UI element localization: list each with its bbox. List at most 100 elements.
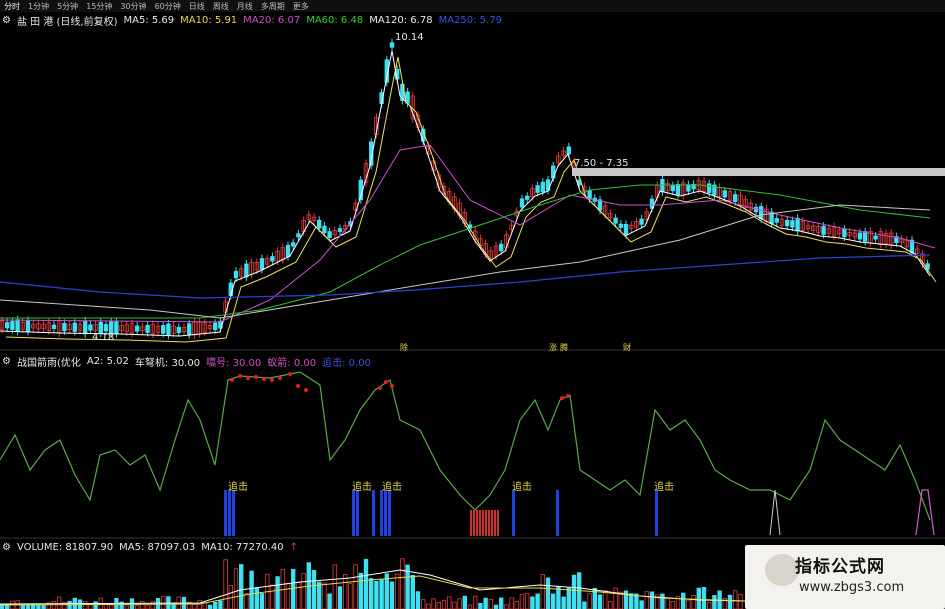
- volume-bar: [301, 573, 306, 609]
- kline-chart-canvas[interactable]: 10.14 4.18 7.50 - 7.35 除 涨 腾 财 追击 追击 追击 …: [0, 0, 945, 609]
- high-price-label: 10.14: [395, 32, 424, 43]
- signal-dot: [278, 376, 282, 380]
- candle: [525, 195, 530, 200]
- volume-bar: [342, 574, 348, 609]
- candle: [322, 225, 327, 234]
- volume-bar: [712, 595, 717, 609]
- signal-dot: [296, 384, 300, 388]
- event-mark: 除: [400, 342, 408, 352]
- signal-dot: [246, 376, 250, 380]
- volume-bar: [727, 594, 733, 609]
- volume-bar: [535, 593, 540, 609]
- volume-bar: [285, 582, 291, 609]
- volume-bar: [25, 604, 31, 609]
- volume-bar: [290, 568, 296, 609]
- volume-bar: [389, 581, 395, 609]
- candle: [759, 206, 764, 220]
- volume-bar: [613, 587, 618, 609]
- volume-bar: [707, 602, 712, 609]
- volume-bar: [20, 604, 25, 609]
- candle: [623, 223, 629, 236]
- signal-label: 追击: [512, 480, 532, 493]
- signal-bar-red: [470, 510, 472, 536]
- volume-bar: [332, 564, 337, 609]
- signal-bar: [352, 490, 355, 536]
- candle: [790, 220, 795, 228]
- signal-dot: [288, 372, 292, 376]
- candle: [114, 321, 119, 335]
- volume-bar: [254, 587, 259, 609]
- candle: [774, 218, 779, 223]
- volume-bar: [608, 601, 613, 609]
- signal-bar-red: [491, 510, 493, 536]
- candle: [83, 320, 88, 335]
- volume-bar: [420, 599, 426, 609]
- candle: [873, 235, 878, 240]
- volume-bar: [603, 590, 608, 609]
- signal-bar-red: [488, 510, 490, 536]
- volume-bar: [337, 586, 343, 609]
- volume-bar: [275, 576, 280, 609]
- signal-label: 追击: [654, 480, 674, 493]
- signal-bar-red: [485, 510, 487, 536]
- volume-bar: [358, 572, 363, 609]
- volume-bar: [504, 604, 509, 609]
- candle: [10, 320, 15, 330]
- signal-bar: [224, 490, 227, 536]
- event-mark: 涨: [549, 342, 557, 352]
- volume-bar: [493, 604, 499, 609]
- volume-bar: [462, 595, 467, 609]
- candle: [134, 325, 140, 332]
- volume-bar: [525, 593, 530, 609]
- volume-bar: [644, 591, 649, 609]
- volume-bar: [670, 601, 675, 609]
- candle: [166, 323, 171, 336]
- volume-bar: [233, 568, 239, 609]
- volume-bar: [551, 593, 556, 609]
- volume-bar: [353, 564, 358, 609]
- watermark: 指标公式网 www.zbgs3.com: [745, 545, 945, 609]
- candle: [821, 225, 826, 235]
- volume-bar: [88, 604, 93, 609]
- volume-bar: [109, 604, 114, 609]
- candle: [51, 324, 57, 329]
- volume-bar: [311, 570, 317, 609]
- signal-bar-red: [482, 510, 484, 536]
- signal-bar-red: [497, 510, 499, 536]
- volume-bar: [374, 580, 379, 609]
- volume-bar: [93, 601, 98, 609]
- signal-dot: [560, 396, 564, 400]
- signal-dot: [304, 388, 308, 392]
- volume-bar: [259, 593, 265, 609]
- volume-bar: [415, 591, 421, 609]
- volume-bar: [249, 570, 254, 609]
- signal-bar: [655, 490, 658, 536]
- oscillator-line: [0, 371, 931, 521]
- signal-bar: [232, 490, 235, 536]
- candle: [233, 270, 239, 279]
- price-band-label: 7.50 - 7.35: [574, 158, 629, 169]
- candle: [389, 42, 395, 48]
- volume-bar: [368, 578, 374, 609]
- candle: [535, 185, 540, 193]
- volume-bar: [639, 600, 644, 609]
- volume-bar: [197, 599, 202, 609]
- candle: [566, 146, 571, 155]
- signal-dot: [384, 380, 388, 384]
- candle: [160, 325, 166, 334]
- candle: [103, 324, 109, 332]
- volume-bar: [488, 598, 493, 609]
- volume-bar: [686, 599, 691, 609]
- signal-label: 追击: [352, 480, 372, 493]
- volume-bar: [452, 601, 457, 609]
- volume-bar: [223, 559, 228, 609]
- volume-bar: [67, 600, 72, 609]
- candle: [587, 190, 592, 200]
- volume-bar: [327, 593, 332, 609]
- candle: [212, 322, 218, 331]
- volume-bar: [431, 598, 436, 609]
- signal-bar: [372, 490, 375, 536]
- candle: [613, 217, 618, 224]
- signal-bar-red: [479, 510, 481, 536]
- signal-bar: [388, 490, 391, 536]
